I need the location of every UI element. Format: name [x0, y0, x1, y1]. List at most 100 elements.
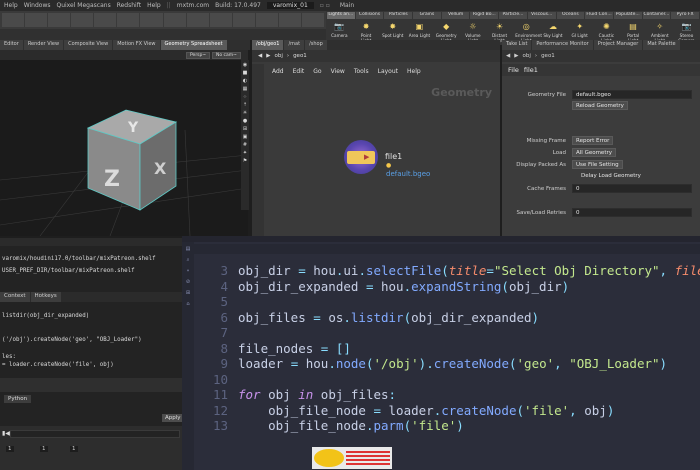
frame-start-field[interactable]: 1	[40, 446, 48, 452]
lights-shelf-tab[interactable]: Vellum	[441, 12, 470, 19]
param-menu-button[interactable]: Use File Setting	[572, 160, 623, 169]
lights-shelf-tab[interactable]: Collisions	[355, 12, 384, 19]
shelf-tab[interactable]	[71, 13, 94, 27]
code-line[interactable]: 9 loader = hou.node('/obj').createNode('g…	[194, 356, 700, 372]
params-back-icon[interactable]: ◀	[506, 53, 510, 59]
param-field[interactable]: default.bgeo	[572, 90, 692, 99]
lights-shelf-tab[interactable]: Viscous...	[527, 12, 556, 19]
params-path-geo1[interactable]: geo1	[541, 53, 555, 59]
tab-geometry-spreadsheet[interactable]: Geometry Spreadsheet	[160, 40, 227, 50]
shelf-tab[interactable]	[209, 13, 232, 27]
code-line[interactable]: 7	[194, 325, 700, 341]
shelf-tab[interactable]	[255, 13, 278, 27]
tab-composite-view[interactable]: Composite View	[64, 40, 113, 50]
lights-shelf-tab[interactable]: Rigid Bo...	[470, 12, 499, 19]
tab-scene-editor[interactable]: Editor	[0, 40, 23, 50]
code-editor[interactable]: ▤ ⌕ ⑂ ⊘ ⊞ ⌂ 3 obj_dir = hou.ui.selectFile…	[182, 236, 700, 470]
tab-shop[interactable]: /shop	[305, 40, 327, 50]
source-control-icon[interactable]: ⑂	[186, 268, 189, 274]
language-select[interactable]: Python	[4, 395, 32, 403]
tab-context[interactable]: Context	[0, 292, 30, 302]
shelf-tab[interactable]	[232, 13, 255, 27]
tab-performance-monitor[interactable]: Performance Monitor	[532, 40, 593, 50]
search-icon[interactable]: ⌕	[187, 257, 190, 263]
tab-mat[interactable]: /mat	[284, 40, 305, 50]
param-menu-button[interactable]: Report Error	[572, 136, 614, 145]
debug-icon[interactable]: ⊘	[186, 279, 190, 285]
lights-shelf-tab[interactable]: Lights an...	[327, 12, 355, 19]
lights-shelf-tab[interactable]: Grains	[413, 12, 441, 19]
shelf-tab[interactable]	[117, 13, 140, 27]
node-name-field[interactable]: file1	[524, 66, 538, 74]
shelf-tab[interactable]	[140, 13, 163, 27]
network-editor[interactable]: /obj/geo1 /mat /shop ◀ ▶ obj › geo1 Add …	[252, 40, 500, 236]
shelf-tab[interactable]	[94, 13, 117, 27]
desktop-selector[interactable]: Main	[340, 2, 354, 9]
param-field[interactable]: 0	[572, 184, 692, 193]
tab-motion-fx-view[interactable]: Motion FX View	[113, 40, 160, 50]
code-line[interactable]: 5	[194, 294, 700, 310]
param-field[interactable]: 0	[572, 208, 692, 217]
code-line[interactable]: 6 obj_files = os.listdir(obj_dir_expanded…	[194, 310, 700, 326]
tab-project-manager[interactable]: Project Manager	[593, 40, 643, 50]
lock-icon[interactable]: ■	[243, 70, 248, 76]
lights-shelf-tab[interactable]: Particle...	[499, 12, 527, 19]
lights-shelf-tab[interactable]: Container...	[642, 12, 671, 19]
lights-shelf-tab[interactable]: Particles	[384, 12, 413, 19]
code-line[interactable]: 13 obj_file_node.parm('file')	[194, 418, 700, 434]
bulb-icon[interactable]: ●	[243, 118, 247, 124]
lights-shelf-tab[interactable]: Populate...	[613, 12, 642, 19]
path-obj[interactable]: obj	[274, 53, 282, 59]
shelf-tab[interactable]	[2, 13, 25, 27]
code-line[interactable]: 10	[194, 372, 700, 388]
shelf-tab[interactable]	[302, 13, 325, 27]
points-icon[interactable]: ⁘	[243, 94, 247, 100]
menu-help[interactable]: Help	[4, 2, 18, 9]
window-controls[interactable]: ▫ ▫	[320, 2, 330, 9]
network-menu-go[interactable]: Go	[313, 68, 321, 75]
code-line[interactable]: 3 obj_dir = hou.ui.selectFile(title="Sele…	[194, 263, 700, 279]
network-menu-view[interactable]: View	[331, 68, 345, 75]
param-checkbox[interactable]: Delay Load Geometry	[572, 172, 644, 181]
params-forward-icon[interactable]: ▶	[514, 53, 518, 59]
ghost-icon[interactable]: ◐	[243, 78, 247, 84]
viewport-canvas[interactable]: Y Z X	[0, 60, 248, 236]
camera-icon[interactable]: ▣	[243, 134, 248, 140]
wireframe-icon[interactable]: ▦	[243, 86, 248, 92]
normals-icon[interactable]: ⇡	[243, 102, 247, 108]
display-options-icon[interactable]: ◉	[243, 62, 247, 68]
back-arrow-icon[interactable]: ◀	[258, 53, 262, 59]
camera-menu[interactable]: No cam~	[212, 52, 241, 59]
pin-icon[interactable]: ✦	[243, 150, 247, 156]
tab-take-list[interactable]: Take List	[502, 40, 532, 50]
apply-button[interactable]: Apply	[162, 414, 182, 422]
frame-end-field[interactable]: 1	[70, 446, 78, 452]
param-menu-button[interactable]: Reload Geometry	[572, 101, 628, 110]
param-menu-button[interactable]: All Geometry	[572, 148, 616, 157]
persp-menu[interactable]: Persp~	[186, 52, 211, 59]
flag-icon[interactable]: ⚑	[243, 158, 247, 164]
frame-current-field[interactable]: 1	[6, 446, 14, 452]
tab-render-view[interactable]: Render View	[23, 40, 64, 50]
remote-icon[interactable]: ⌂	[186, 301, 189, 307]
code-line[interactable]: 12 obj_file_node = loader.createNode('fi…	[194, 403, 700, 419]
shelf-tab[interactable]	[186, 13, 209, 27]
network-menu-edit[interactable]: Edit	[293, 68, 305, 75]
lights-shelf-tab[interactable]: Oceans	[556, 12, 585, 19]
params-path-obj[interactable]: obj	[522, 53, 530, 59]
snap-icon[interactable]: ⊞	[243, 126, 247, 132]
file-node[interactable]	[347, 151, 375, 164]
tab-obj-geo1[interactable]: /obj/geo1	[252, 40, 284, 50]
menu-help-2[interactable]: Help	[147, 2, 161, 9]
shelf-tab[interactable]	[278, 13, 302, 27]
network-menu-tools[interactable]: Tools	[354, 68, 369, 75]
code-line[interactable]: 8 file_nodes = []	[194, 341, 700, 357]
light-icon[interactable]: ☀	[243, 110, 247, 116]
network-menu-help[interactable]: Help	[407, 68, 421, 75]
forward-arrow-icon[interactable]: ▶	[266, 53, 270, 59]
menu-quixel[interactable]: Quixel Megascans	[56, 2, 110, 9]
grid-icon[interactable]: #	[243, 142, 247, 148]
tab-hotkeys[interactable]: Hotkeys	[30, 292, 61, 302]
shelf-tab[interactable]	[25, 13, 48, 27]
network-menu-add[interactable]: Add	[272, 68, 284, 75]
